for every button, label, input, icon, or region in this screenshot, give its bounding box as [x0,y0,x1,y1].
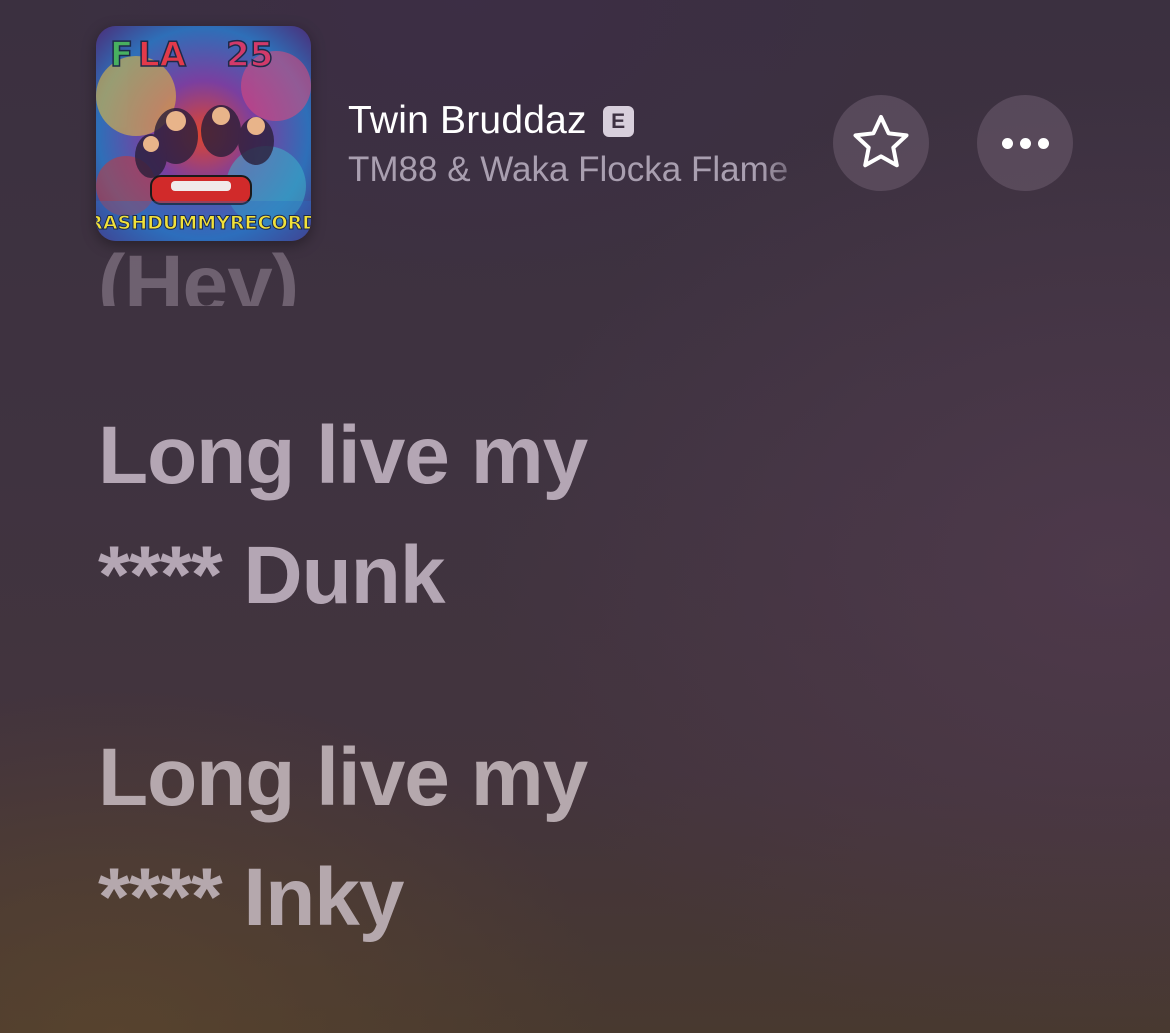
svg-text:25: 25 [226,35,273,75]
lyric-text: **** Inky [98,852,405,943]
more-options-button[interactable] [977,95,1073,191]
track-info[interactable]: Twin Bruddaz E TM88 & Waka Flocka Flame [348,98,828,190]
explicit-badge: E [602,105,634,137]
track-title: Twin Bruddaz [348,99,587,142]
favorite-button[interactable] [833,95,929,191]
lyric-line[interactable]: Long live my **** Dunk [98,396,588,636]
svg-text:LA: LA [138,35,187,75]
lyric-text: **** Dunk [98,530,445,621]
svg-text:F: F [110,35,133,75]
title-row: Twin Bruddaz E [348,98,828,144]
album-artwork-image: F LA 25 CRASHDUMMYRECORDS [96,26,311,241]
lyrics-screen: F LA 25 CRASHDUMMYRECORDS Twin Bruddaz [0,0,1170,1033]
star-icon [853,115,909,168]
track-artist[interactable]: TM88 & Waka Flocka Flame [348,150,818,190]
previous-lyric-line[interactable]: (Hey) [98,210,298,306]
lyric-text: Long live my [98,732,588,823]
lyric-line[interactable]: Long live my **** Inky [98,718,588,958]
lyric-text: Long live my [98,410,588,501]
ellipsis-icon [1001,137,1049,149]
album-artwork[interactable]: F LA 25 CRASHDUMMYRECORDS [96,26,311,241]
